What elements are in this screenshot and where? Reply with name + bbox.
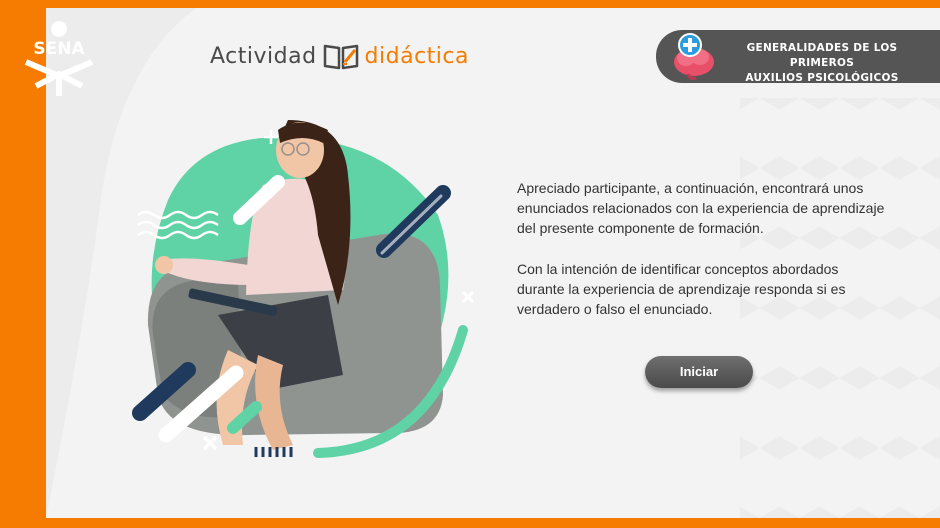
topic-title-line1: GENERALIDADES DE LOS PRIMEROS xyxy=(746,42,898,69)
topic-title: GENERALIDADES DE LOS PRIMEROS AUXILIOS P… xyxy=(722,41,922,86)
sena-logo: SENA xyxy=(24,21,94,96)
counselor-illustration xyxy=(132,120,473,458)
brain-plus-icon xyxy=(674,33,714,80)
start-button[interactable]: Iniciar xyxy=(645,356,753,388)
intro-paragraph-2: Con la intención de identificar concepto… xyxy=(517,261,846,317)
book-pencil-icon xyxy=(323,44,358,70)
sena-logo-text: SENA xyxy=(33,39,85,59)
intro-paragraph-1: Apreciado participante, a continuación, … xyxy=(517,180,885,236)
activity-title: Actividad didáctica xyxy=(210,42,469,70)
activity-title-part1: Actividad xyxy=(210,43,317,69)
activity-title-part2: didáctica xyxy=(364,43,469,69)
topic-title-line2: AUXILIOS PSICOLÓGICOS xyxy=(745,72,899,84)
